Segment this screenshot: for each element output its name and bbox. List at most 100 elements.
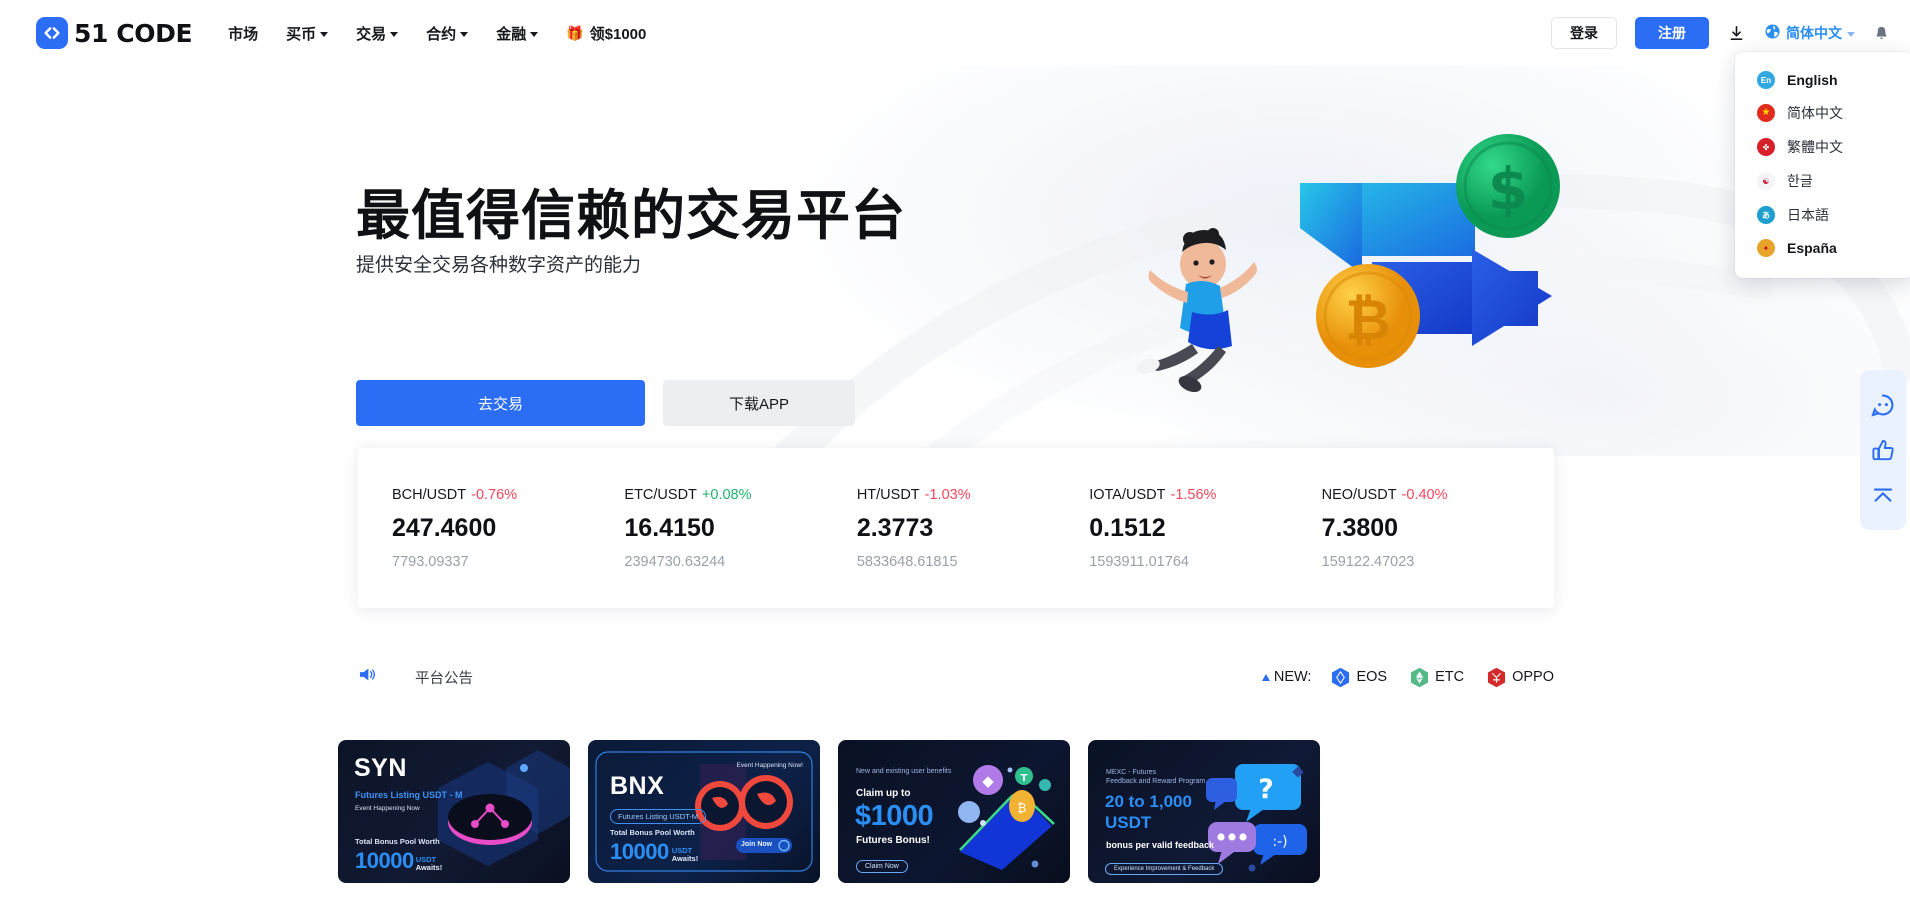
brand-logo[interactable]: 51 CODE: [36, 17, 193, 49]
ticker-volume: 5833648.61815: [856, 553, 958, 570]
hero-subtitle: 提供安全交易各种数字资产的能力: [356, 255, 642, 276]
nav-item-buy-crypto[interactable]: 买币: [286, 23, 329, 44]
nav-item-contracts[interactable]: 合约: [426, 23, 469, 44]
ticker-price: 7.3800: [1321, 513, 1399, 542]
svg-text::-): :-): [1272, 834, 1287, 850]
ticker-item-neo[interactable]: NEO/USDT -0.40% 7.3800 159122.47023: [1322, 487, 1554, 570]
banner-title: BNX: [610, 772, 665, 800]
nav-item-finance[interactable]: 金融: [496, 23, 539, 44]
language-option-label: 日本語: [1787, 207, 1829, 223]
ticker-price: 0.1512: [1089, 513, 1166, 542]
banner-claim-label: Claim up to: [856, 788, 911, 799]
nav-item-promo-1000[interactable]: 🎁 领$1000: [566, 23, 646, 44]
new-listings-group: NEW: EOS ETC OPPO: [1261, 667, 1554, 688]
svg-text:₿: ₿: [1345, 288, 1391, 353]
new-listings-badge: NEW:: [1261, 669, 1312, 685]
ticker-change: -0.40%: [1401, 486, 1448, 503]
ticker-header: IOTA/USDT -1.56%: [1089, 487, 1321, 503]
ticker-item-etc[interactable]: ETC/USDT +0.08% 16.4150 2394730.63244: [624, 487, 856, 570]
scroll-to-top-icon[interactable]: [1867, 479, 1899, 511]
ticker-item-bch[interactable]: BCH/USDT -0.76% 247.4600 7793.09337: [392, 487, 624, 570]
language-option-label: English: [1787, 72, 1838, 88]
banner-eyebrow: New and existing user benefits: [856, 768, 952, 775]
bell-icon[interactable]: [1873, 24, 1890, 42]
chevron-down-icon: [390, 31, 399, 37]
page-title: 最值得信赖的交易平台: [356, 186, 906, 246]
language-option-spanish[interactable]: ✦ España: [1735, 232, 1910, 264]
banner-cta[interactable]: Join Now: [741, 841, 772, 848]
coin-chip-etc[interactable]: ETC: [1410, 667, 1464, 688]
announcement-bar: 平台公告 NEW: EOS ETC OPPO: [358, 660, 1554, 694]
hero-section: 最值得信赖的交易平台 提供安全交易各种数字资产的能力 去交易 下载APP $ ₿: [0, 66, 1910, 456]
code-brackets-icon: [36, 17, 68, 49]
flag-jp-icon: あ: [1757, 206, 1775, 224]
coin-symbol: EOS: [1356, 669, 1388, 685]
svg-text:$: $: [1488, 155, 1528, 223]
promo-banner-feedback[interactable]: ? :-) MEXC - Futures Feedback and Reward…: [1088, 740, 1320, 883]
main-nav: 市场 买币 交易 合约 金融 🎁 领$1000: [228, 23, 646, 44]
flag-kr-icon: ☯: [1757, 172, 1775, 190]
chat-support-icon[interactable]: [1867, 389, 1899, 421]
coin-chip-oppo[interactable]: OPPO: [1487, 667, 1554, 688]
language-option-simplified-chinese[interactable]: ★ 简体中文: [1735, 96, 1910, 130]
banner-subtitle: Futures Listing USDT - M: [355, 790, 463, 800]
ticker-pair: BCH/USDT: [392, 486, 467, 503]
download-app-button[interactable]: 下载APP: [663, 380, 855, 426]
header-actions: 登录 注册 简体中文: [1551, 17, 1890, 49]
ticker-header: BCH/USDT -0.76%: [392, 487, 624, 503]
banner-awaits: Awaits!: [671, 853, 699, 863]
ticker-price: 247.4600: [392, 513, 497, 542]
ticker-price: 16.4150: [624, 513, 715, 542]
banner-subtitle: Futures Listing USDT-M: [610, 809, 707, 824]
promo-banner-bnx[interactable]: BNX Futures Listing USDT-M Total Bonus P…: [588, 740, 820, 883]
chevron-down-icon: [1847, 32, 1855, 37]
language-option-label: 简体中文: [1787, 105, 1843, 121]
nav-item-market[interactable]: 市场: [228, 23, 258, 44]
promo-banner-syn[interactable]: SYN Futures Listing USDT - M Event Happe…: [338, 740, 570, 883]
announcement-label[interactable]: 平台公告: [415, 667, 473, 688]
ticker-item-ht[interactable]: HT/USDT -1.03% 2.3773 5833648.61815: [857, 487, 1089, 570]
hero-cta-group: 去交易 下载APP: [356, 380, 855, 426]
language-selector[interactable]: 简体中文: [1764, 23, 1855, 43]
banner-note: Futures Bonus!: [856, 835, 930, 846]
go-trade-button[interactable]: 去交易: [356, 380, 645, 426]
floating-support-widget: [1860, 370, 1906, 530]
chevron-down-icon: [320, 31, 329, 37]
download-icon[interactable]: [1727, 24, 1746, 43]
flag-en-icon: En: [1757, 71, 1775, 89]
ticker-price: 2.3773: [856, 513, 934, 542]
language-option-japanese[interactable]: あ 日本語: [1735, 198, 1910, 232]
ticker-header: ETC/USDT +0.08%: [624, 487, 856, 503]
banner-bonus-label: Total Bonus Pool Worth: [610, 828, 695, 837]
banner-amount-line1: 20 to 1,000: [1105, 792, 1192, 811]
language-option-traditional-chinese[interactable]: ✤ 繁體中文: [1735, 130, 1910, 164]
language-option-english[interactable]: En English: [1735, 64, 1910, 96]
nav-item-trade[interactable]: 交易: [356, 23, 399, 44]
ticker-header: HT/USDT -1.03%: [857, 487, 1089, 503]
register-button[interactable]: 注册: [1635, 17, 1709, 49]
language-option-label: España: [1787, 240, 1837, 256]
language-option-korean[interactable]: ☯ 한글: [1735, 164, 1910, 198]
login-button[interactable]: 登录: [1551, 17, 1617, 49]
ticker-change: -0.76%: [471, 486, 518, 503]
banner-note: Event Happening Now!: [736, 762, 804, 769]
promo-banner-1000-bonus[interactable]: ◆ T ₿ New and existing user benefits Cla…: [838, 740, 1070, 883]
ticker-header: NEO/USDT -0.40%: [1322, 487, 1554, 503]
banner-note: Event Happening Now: [355, 805, 420, 812]
new-label: NEW:: [1273, 669, 1312, 685]
thumbs-up-icon[interactable]: [1867, 434, 1899, 466]
ticker-item-iota[interactable]: IOTA/USDT -1.56% 0.1512 1593911.01764: [1089, 487, 1321, 570]
ticker-pair: IOTA/USDT: [1089, 486, 1166, 503]
language-dropdown-menu: En English ★ 简体中文 ✤ 繁體中文 ☯ 한글 あ 日本語 ✦ Es…: [1735, 52, 1910, 278]
banner-cta[interactable]: Experience Improvement & Feedback: [1105, 863, 1224, 875]
flag-es-icon: ✦: [1757, 239, 1775, 257]
ticker-volume: 159122.47023: [1321, 553, 1415, 570]
banner-cta[interactable]: Claim Now: [856, 860, 908, 873]
ticker-change: -1.56%: [1170, 486, 1217, 503]
banner-bonus-label: Total Bonus Pool Worth: [355, 837, 440, 846]
nav-label: 领$1000: [589, 25, 647, 43]
coin-chip-eos[interactable]: EOS: [1331, 667, 1387, 688]
banner-note: bonus per valid feedback: [1106, 840, 1215, 850]
chevron-down-icon: [460, 31, 469, 37]
ticker-volume: 1593911.01764: [1089, 553, 1189, 570]
